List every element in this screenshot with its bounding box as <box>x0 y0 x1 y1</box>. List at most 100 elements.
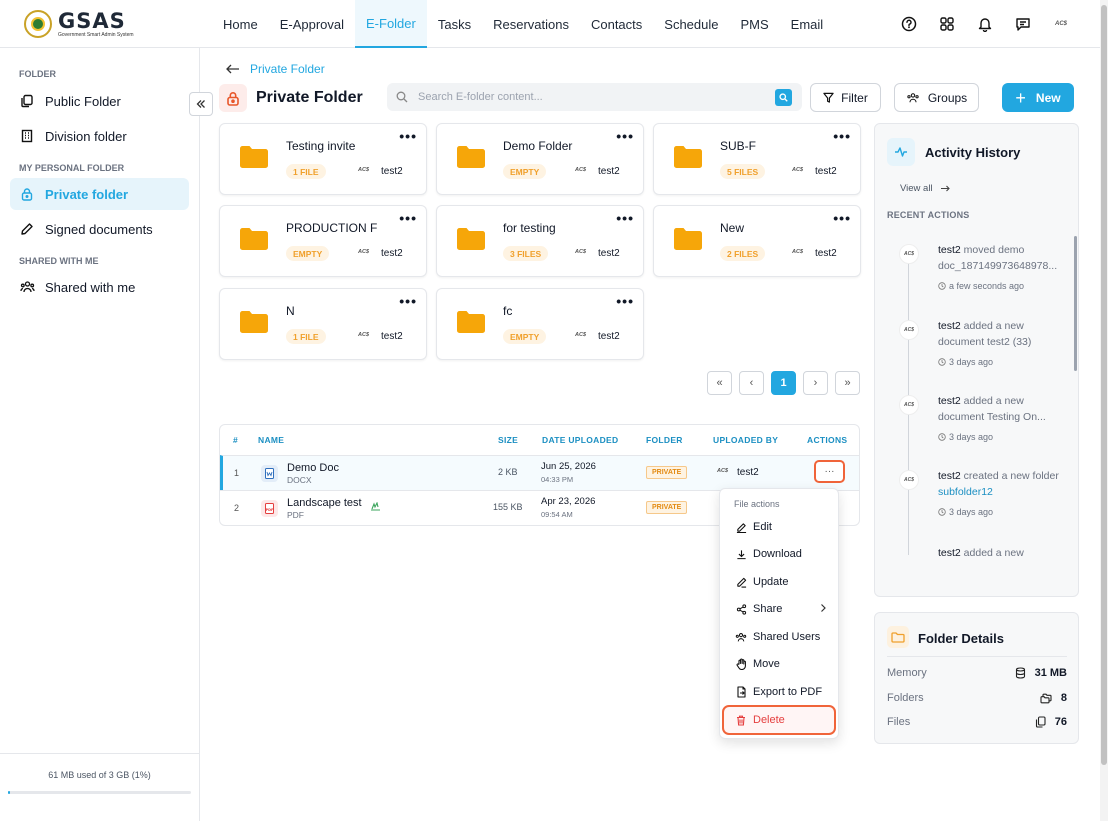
nav-reservations[interactable]: Reservations <box>482 0 580 48</box>
copy-folder-icon <box>19 93 35 109</box>
folder-more-button[interactable]: ••• <box>833 128 851 144</box>
folder-card[interactable]: fc ••• EMPTY AC$ test2 <box>436 288 644 360</box>
nav-e-folder[interactable]: E-Folder <box>355 0 427 48</box>
groups-button[interactable]: Groups <box>894 83 979 112</box>
memory-value: 31 MB <box>1034 667 1067 679</box>
col-header-date[interactable]: DATE UPLOADED <box>542 435 618 445</box>
col-header-name[interactable]: NAME <box>258 435 284 445</box>
apps-grid-icon[interactable] <box>928 0 966 48</box>
row-num: 1 <box>234 468 240 478</box>
user-avatar[interactable]: AC$ <box>1042 0 1080 48</box>
bell-icon[interactable] <box>966 0 1004 48</box>
row-actions-button[interactable]: ··· <box>814 460 845 483</box>
storage-text: 61 MB used of 3 GB (1%) <box>48 770 151 780</box>
owner-name: test2 <box>815 166 837 177</box>
sidebar-item-private-folder[interactable]: Private folder <box>10 178 189 210</box>
prev-page-button[interactable]: ‹ <box>739 371 764 395</box>
menu-item-shared-users[interactable]: Shared Users <box>727 625 833 649</box>
page-1-button[interactable]: 1 <box>771 371 796 395</box>
search-input[interactable] <box>418 91 758 103</box>
col-header-uploaded-by[interactable]: UPLOADED BY <box>713 435 778 445</box>
new-button[interactable]: + New <box>1002 83 1074 112</box>
nav-e-approval[interactable]: E-Approval <box>269 0 355 48</box>
file-count-badge: 2 FILES <box>720 246 766 261</box>
upload-time: 09:54 AM <box>541 510 573 519</box>
menu-item-edit[interactable]: Edit <box>727 515 833 539</box>
folder-card[interactable]: Demo Folder ••• EMPTY AC$ test2 <box>436 123 644 195</box>
owner-name: test2 <box>381 331 403 342</box>
table-row[interactable]: 1 Demo Doc DOCX 2 KB Jun 25, 2026 04:33 … <box>220 455 859 490</box>
pencil-icon <box>735 576 747 588</box>
folder-more-button[interactable]: ••• <box>399 128 417 144</box>
sidebar-item-shared-with-me[interactable]: Shared with me <box>10 271 189 303</box>
sidebar-item-public-folder[interactable]: Public Folder <box>10 85 189 117</box>
folder-card[interactable]: for testing ••• 3 FILES AC$ test2 <box>436 205 644 277</box>
menu-item-move[interactable]: Move <box>727 652 833 676</box>
menu-item-update[interactable]: Update <box>727 570 833 594</box>
app-logo[interactable]: GSAS Government Smart Admin System <box>24 10 134 38</box>
menu-item-share[interactable]: Share <box>727 597 833 621</box>
nav-email[interactable]: Email <box>780 0 835 48</box>
folder-icon <box>674 228 702 250</box>
breadcrumb[interactable]: Private Folder <box>226 62 325 76</box>
file-count-badge: EMPTY <box>503 329 547 344</box>
help-icon[interactable] <box>890 0 928 48</box>
share-icon <box>735 603 747 615</box>
col-header-folder[interactable]: FOLDER <box>646 435 683 445</box>
page-scrollbar-thumb[interactable] <box>1101 5 1107 765</box>
collapse-sidebar-button[interactable] <box>189 92 213 116</box>
folder-more-button[interactable]: ••• <box>616 128 634 144</box>
folder-card[interactable]: New ••• 2 FILES AC$ test2 <box>653 205 861 277</box>
main-nav: Home E-Approval E-Folder Tasks Reservati… <box>212 0 834 48</box>
activity-user[interactable]: test2 <box>938 395 961 407</box>
col-header-size[interactable]: SIZE <box>498 435 518 445</box>
page-scrollbar[interactable] <box>1100 0 1108 821</box>
nav-pms[interactable]: PMS <box>730 0 780 48</box>
next-page-button[interactable]: › <box>803 371 828 395</box>
plus-icon: + <box>1015 87 1026 108</box>
detail-label: Memory <box>887 667 927 679</box>
folder-more-button[interactable]: ••• <box>399 293 417 309</box>
file-actions-menu: File actions Edit Download Update Share … <box>719 488 839 739</box>
activity-scrollbar[interactable] <box>1074 236 1077 371</box>
users-icon <box>735 631 747 643</box>
sidebar-item-division-folder[interactable]: Division folder <box>10 120 189 152</box>
filter-button[interactable]: Filter <box>810 83 881 112</box>
activity-link[interactable]: subfolder12 <box>938 486 993 498</box>
menu-item-export-pdf[interactable]: Export to PDF <box>727 680 833 704</box>
nav-home[interactable]: Home <box>212 0 269 48</box>
folder-more-button[interactable]: ••• <box>616 210 634 226</box>
activity-text: test2 added a new <box>938 545 1063 556</box>
menu-item-download[interactable]: Download <box>727 542 833 566</box>
activity-user[interactable]: test2 <box>938 320 961 332</box>
folder-card[interactable]: PRODUCTION F ••• EMPTY AC$ test2 <box>219 205 427 277</box>
filter-icon <box>823 92 834 103</box>
file-name[interactable]: Demo Doc <box>287 462 339 474</box>
folder-icon <box>457 311 485 333</box>
activity-user[interactable]: test2 <box>938 470 961 482</box>
nav-tasks[interactable]: Tasks <box>427 0 482 48</box>
sidebar-item-signed-documents[interactable]: Signed documents <box>10 213 189 245</box>
nav-contacts[interactable]: Contacts <box>580 0 653 48</box>
last-page-button[interactable]: » <box>835 371 860 395</box>
folders-value: 8 <box>1060 692 1067 704</box>
first-page-button[interactable]: « <box>707 371 732 395</box>
menu-item-delete[interactable]: Delete <box>722 705 836 735</box>
activity-text: test2 added a new document Testing On... <box>938 393 1063 425</box>
search-submit-button[interactable] <box>775 89 792 106</box>
folder-card[interactable]: N ••• 1 FILE AC$ test2 <box>219 288 427 360</box>
file-name[interactable]: Landscape test <box>287 497 362 509</box>
folder-card[interactable]: Testing invite ••• 1 FILE AC$ test2 <box>219 123 427 195</box>
files-icon <box>1035 716 1046 728</box>
nav-schedule[interactable]: Schedule <box>653 0 729 48</box>
activity-user[interactable]: test2 <box>938 547 961 556</box>
folder-more-button[interactable]: ••• <box>616 293 634 309</box>
folder-more-button[interactable]: ••• <box>399 210 417 226</box>
file-size: 155 KB <box>493 502 523 512</box>
message-icon[interactable] <box>1004 0 1042 48</box>
folder-icon <box>887 626 909 648</box>
file-count-badge: 3 FILES <box>503 246 549 261</box>
folder-more-button[interactable]: ••• <box>833 210 851 226</box>
activity-user[interactable]: test2 <box>938 244 961 256</box>
folder-card[interactable]: SUB-F ••• 5 FILES AC$ test2 <box>653 123 861 195</box>
